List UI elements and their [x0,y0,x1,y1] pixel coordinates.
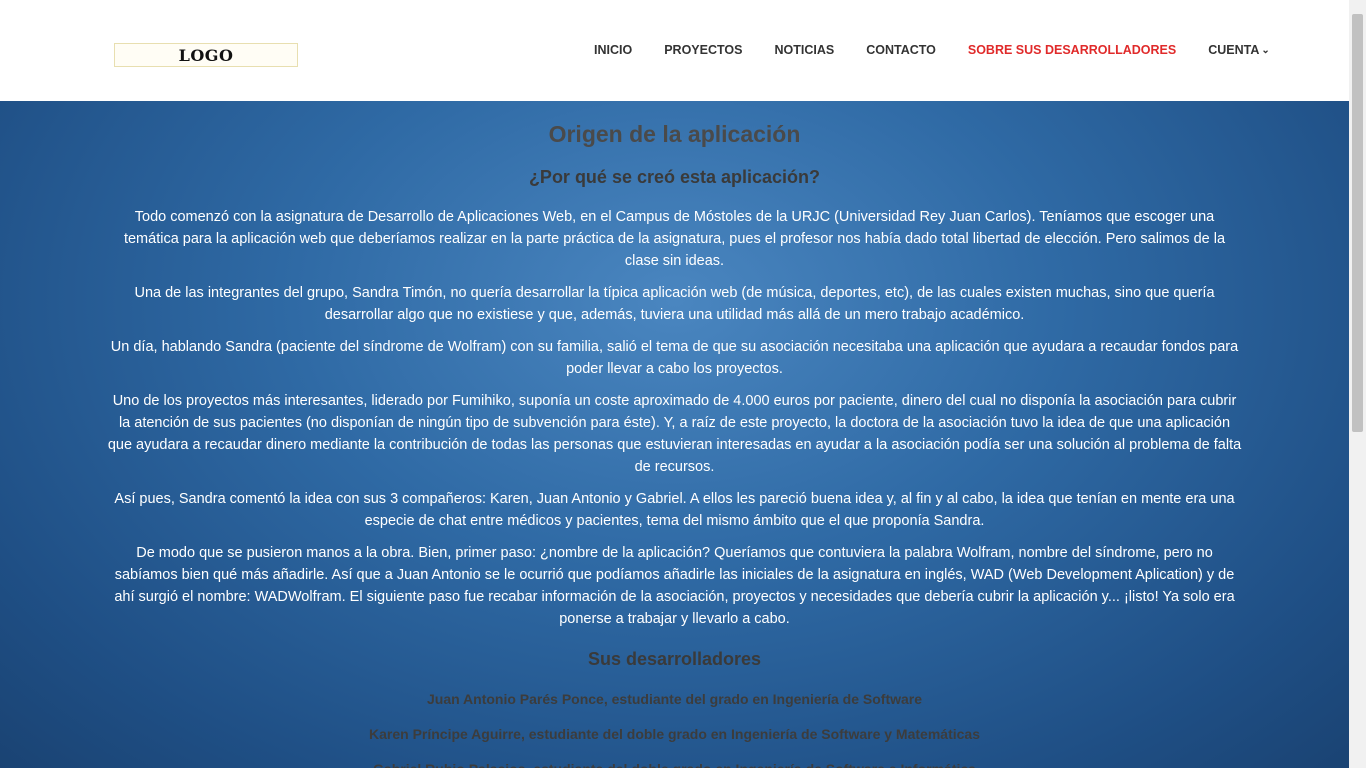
nav-contacto[interactable]: CONTACTO [850,42,952,58]
paragraph: Así pues, Sandra comentó la idea con sus… [114,491,1235,529]
logo[interactable]: LOGO [114,43,298,67]
chevron-down-icon: ⌄ [1261,44,1270,56]
page-title: Origen de la aplicación [548,121,801,147]
vertical-scrollbar[interactable] [1349,0,1366,768]
nav-cuenta[interactable]: CUENTA ⌄ [1192,42,1286,58]
nav-inicio[interactable]: INICIO [578,42,648,58]
paragraph: Todo comenzó con la asignatura de Desarr… [123,209,1226,269]
paragraph: Una de las integrantes del grupo, Sandra… [134,285,1215,323]
paragraph: Uno de los proyectos más interesantes, l… [107,393,1242,475]
site-header: LOGO INICIO PROYECTOS NOTICIAS CONTACTO … [0,0,1349,101]
nav-cuenta-label: CUENTA [1208,43,1260,57]
section-subtitle: ¿Por qué se creó esta aplicación? [528,167,821,187]
story-paragraphs: Todo comenzó con la asignatura de Desarr… [106,206,1243,640]
paragraph: De modo que se pusieron manos a la obra.… [114,545,1235,627]
paragraph: Un día, hablando Sandra (paciente del sí… [110,339,1239,377]
nav-sobre-sus-desarrolladores[interactable]: SOBRE SUS DESARROLLADORES [952,42,1192,58]
developer-item: Juan Antonio Parés Ponce, estudiante del… [426,691,923,707]
developers-list: Juan Antonio Parés Ponce, estudiante del… [106,688,1243,768]
developer-item: Karen Príncipe Aguirre, estudiante del d… [369,726,980,742]
developers-title: Sus desarrolladores [587,649,762,669]
main-content: Origen de la aplicación ¿Por qué se creó… [0,101,1349,768]
developer-item: Gabriel Rubio Palacios, estudiante del d… [106,758,1243,768]
nav-proyectos[interactable]: PROYECTOS [648,42,758,58]
scrollbar-thumb[interactable] [1352,14,1363,432]
nav-noticias[interactable]: NOTICIAS [758,42,850,58]
main-nav: INICIO PROYECTOS NOTICIAS CONTACTO SOBRE… [578,42,1286,58]
